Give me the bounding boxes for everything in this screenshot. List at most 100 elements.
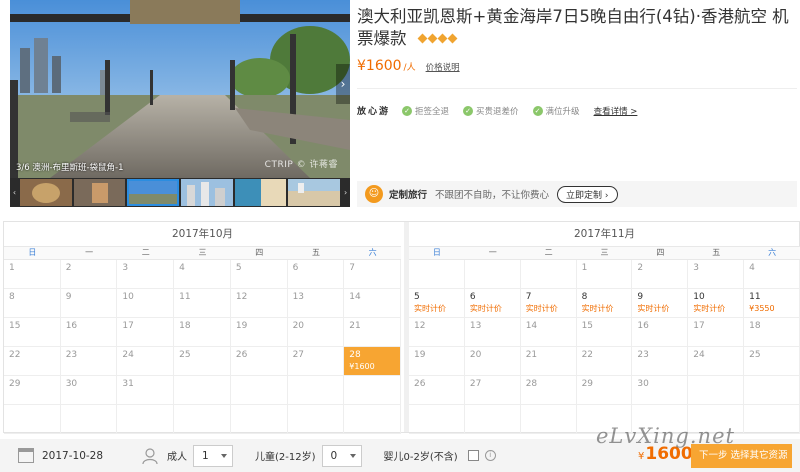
day-number: 21 <box>349 321 361 331</box>
thumbnail-5[interactable] <box>234 179 287 206</box>
photo-gallery: 3/6 澳洲-布里斯班-袋鼠角-1 CTRIP © 许蒋睿 › ‹ › <box>10 0 350 207</box>
calendar-empty-cell <box>744 405 800 434</box>
diamond-icon <box>417 33 428 44</box>
calendar-empty-cell <box>230 376 288 405</box>
calendar-day: 24 <box>688 347 745 376</box>
thumb-next-button[interactable]: › <box>341 178 350 207</box>
thumb-prev-button[interactable]: ‹ <box>10 178 19 207</box>
weekday-label: 一 <box>488 248 497 257</box>
info-icon[interactable]: i <box>484 450 496 461</box>
product-price: ¥1600 <box>357 58 402 74</box>
calendar-empty-cell <box>409 405 465 434</box>
assurance-item: ✓ 满位升级 <box>532 105 580 117</box>
assurance-row: 放心游 ✓ 拒签全退 ✓ 买贵退差价 ✓ 满位升级 查看详情 > <box>357 104 637 117</box>
calendar-day[interactable]: 5 实时计价 <box>409 289 465 318</box>
calendar-day: 5 <box>230 260 288 289</box>
adult-count-value: 1 <box>202 449 209 462</box>
calendar-grid: 1 2 3 4 5 6 7 8 9 10 11 12 13 14 15 16 17 18 19 20 21 22 23 24 2… <box>4 260 401 434</box>
day-number: 10 <box>122 292 134 302</box>
calendar-day[interactable]: 28 ¥1600 <box>344 347 401 376</box>
child-count-select[interactable]: 0 <box>321 444 362 467</box>
calendar-day[interactable]: 9 实时计价 <box>632 289 689 318</box>
next-photo-button[interactable]: › <box>336 64 350 104</box>
thumbnail-2[interactable] <box>73 179 126 206</box>
calendar-day: 12 <box>409 318 465 347</box>
calendar-empty-cell <box>409 260 465 289</box>
calendar-day: 30 <box>632 376 689 405</box>
day-number: 30 <box>637 379 649 389</box>
calendar-day: 2 <box>60 260 118 289</box>
thumbnail-1[interactable] <box>19 179 72 206</box>
calendar-day[interactable]: 8 实时计价 <box>576 289 633 318</box>
assurance-item-label: 买贵退差价 <box>476 106 519 117</box>
calendar-empty-cell <box>464 260 521 289</box>
day-number: 8 <box>581 292 588 302</box>
day-number: 10 <box>693 292 705 302</box>
day-number: 26 <box>235 350 248 360</box>
calendar-empty-cell <box>230 405 288 434</box>
check-icon: ✓ <box>463 105 474 116</box>
calendar-empty-cell <box>174 376 231 405</box>
calendar-empty-cell <box>520 260 577 289</box>
day-number: 4 <box>749 263 755 273</box>
thumbnail-3[interactable] <box>127 179 180 206</box>
day-number: 8 <box>9 292 15 302</box>
calendar-day: 4 <box>744 260 800 289</box>
day-price: 实时计价 <box>525 304 558 313</box>
calendar-day: 16 <box>632 318 689 347</box>
assurance-item-label: 拒签全退 <box>415 106 450 117</box>
selected-date[interactable]: 2017-10-28 <box>42 450 103 462</box>
calendar-month-october: 2017年10月日一二三四五六 1 2 3 4 5 6 7 8 9 10 11 12 13 14 15 16 17… <box>4 222 401 434</box>
calendar-day: 10 <box>117 289 175 318</box>
calendar-icon[interactable] <box>18 448 34 463</box>
calendar-day: 8 <box>4 289 61 318</box>
day-number: 22 <box>581 350 594 360</box>
total-currency: ¥ <box>638 451 645 462</box>
calendar-day: 19 <box>230 318 288 347</box>
thumbnail-6[interactable] <box>288 179 341 206</box>
custom-now-button[interactable]: 立即定制 › <box>557 185 618 203</box>
infant-checkbox[interactable] <box>467 450 479 461</box>
day-number: 5 <box>235 263 242 273</box>
day-number: 23 <box>65 350 78 360</box>
weekday-label: 二 <box>141 248 150 257</box>
calendar-day: 30 <box>60 376 118 405</box>
calendar-day: 14 <box>344 289 401 318</box>
day-number: 11 <box>749 292 761 302</box>
day-number: 6 <box>292 263 299 273</box>
calendar-empty-cell <box>174 405 231 434</box>
calendar-day: 23 <box>632 347 689 376</box>
day-price: 实时计价 <box>693 304 726 313</box>
calendar-day: 7 <box>344 260 401 289</box>
day-price: 实时计价 <box>414 304 446 313</box>
calendar-day[interactable]: 6 实时计价 <box>464 289 521 318</box>
adult-count-select[interactable]: 1 <box>193 444 234 467</box>
assurance-details-link[interactable]: 查看详情 > <box>594 105 638 117</box>
calendar-day: 9 <box>60 289 118 318</box>
day-number: 23 <box>637 350 649 360</box>
day-price: 实时计价 <box>637 304 670 313</box>
day-number: 29 <box>9 379 21 389</box>
main-photo[interactable]: 3/6 澳洲-布里斯班-袋鼠角-1 CTRIP © 许蒋睿 › <box>10 0 350 178</box>
calendar-day: 25 <box>744 347 800 376</box>
day-number: 7 <box>525 292 532 302</box>
calendar-day: 27 <box>464 376 521 405</box>
day-number: 29 <box>581 379 594 389</box>
chevron-down-icon <box>221 453 228 458</box>
calendar-empty-cell <box>117 405 175 434</box>
calendar-day[interactable]: 7 实时计价 <box>520 289 577 318</box>
calendar-day: 4 <box>174 260 231 289</box>
price-explanation-link[interactable]: 价格说明 <box>426 61 460 73</box>
child-count-value: 0 <box>330 449 338 462</box>
infant-label: 婴儿0-2岁(不含) <box>383 452 458 463</box>
thumbnail-4[interactable] <box>181 179 233 206</box>
calendar-day[interactable]: 10 实时计价 <box>688 289 745 318</box>
price-unit: /人 <box>403 63 416 73</box>
day-number: 5 <box>414 292 420 302</box>
weekday-label: 三 <box>198 248 207 257</box>
day-number: 21 <box>525 350 538 360</box>
day-number: 17 <box>693 321 705 331</box>
calendar-day[interactable]: 11 ¥3550 <box>744 289 800 318</box>
day-number: 4 <box>179 263 185 273</box>
day-number: 9 <box>637 292 644 302</box>
